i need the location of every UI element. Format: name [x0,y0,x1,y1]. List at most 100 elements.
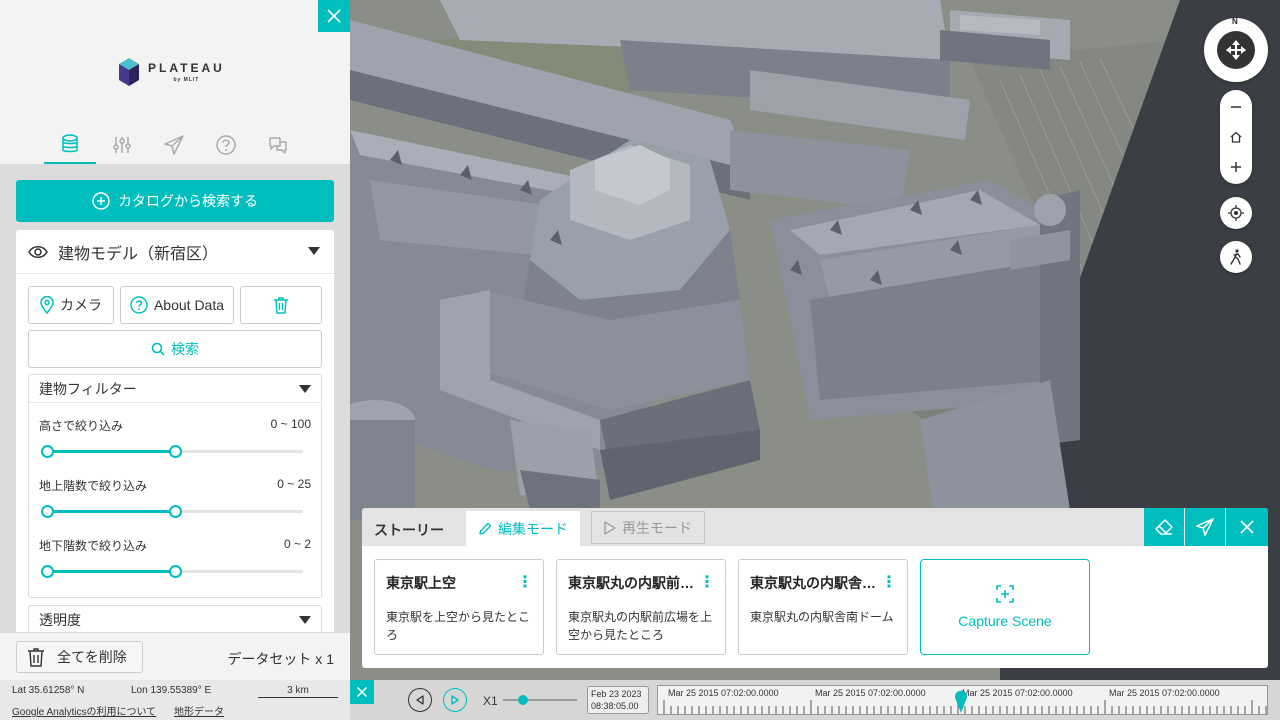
google-analytics-link[interactable]: Google Analyticsの利用について [12,703,156,718]
scale-bar: 3 km [258,685,338,698]
scene-description: 東京駅丸の内駅前広場を上空から見たところ [568,610,713,642]
range-slider[interactable] [41,505,303,518]
my-location-button[interactable] [1220,197,1252,229]
opacity-header[interactable]: 透明度 [29,606,321,632]
about-data-button[interactable]: About Data [120,286,234,324]
range-slider-min-handle[interactable] [41,565,54,578]
caret-down-icon[interactable] [308,247,320,255]
range-slider-fill [47,510,175,513]
current-date-day: Feb 23 2023 [591,689,642,699]
eye-icon[interactable] [28,245,48,259]
camera-button[interactable]: カメラ [28,286,114,324]
range-slider-min-handle[interactable] [41,445,54,458]
search-icon [151,342,165,356]
timeline-ruler[interactable]: Mar 25 2015 07:02:00.0000 Mar 25 2015 07… [657,685,1268,715]
catalog-search-button[interactable]: カタログから検索する [16,180,334,222]
crosshair-icon [1228,205,1244,221]
tab-help[interactable] [200,126,252,164]
timeline-close-button[interactable] [350,680,374,704]
scene-description: 東京駅丸の内駅舎南ドーム [750,610,894,624]
home-icon [1230,131,1242,143]
filter-range: 0 ~ 25 [277,477,311,491]
filter-label: 地上階数で絞り込み [39,479,148,493]
building-filter-title: 建物フィルター [39,380,137,397]
remove-layer-button[interactable] [240,286,322,324]
zoom-out-button[interactable] [1220,92,1252,122]
dataset-count: データセット x 1 [227,651,334,667]
zoom-in-button[interactable] [1220,152,1252,182]
range-slider-min-handle[interactable] [41,505,54,518]
plateau-cube-icon [119,58,139,86]
capture-icon [996,585,1014,603]
speed-slider-handle[interactable] [518,695,528,705]
play-button[interactable] [443,688,467,712]
tab-edit-mode[interactable]: 編集モード [466,511,580,546]
story-header: ストーリー 編集モード 再生モード [362,508,1268,546]
clear-story-button[interactable] [1144,508,1184,546]
tab-share[interactable] [148,126,200,164]
current-date-time: 08:38:05.00 [591,701,639,711]
panel-footer: 全てを削除 データセット x 1 [0,632,350,680]
tab-play-mode[interactable]: 再生モード [591,511,705,544]
range-slider-max-handle[interactable] [169,445,182,458]
eraser-icon [1155,519,1173,535]
close-icon [1240,520,1254,534]
kebab-menu-icon[interactable]: ⋮ [881,572,897,592]
floors-above-filter: 地上階数で絞り込み 0 ~ 25 [29,463,321,523]
delete-all-button[interactable]: 全てを削除 [16,641,143,673]
compass[interactable]: N [1204,17,1268,82]
panel-tabs [44,126,306,164]
building-filter-header[interactable]: 建物フィルター [29,375,321,403]
range-slider-fill [47,450,175,453]
send-icon [164,135,184,155]
database-icon [62,134,78,153]
filter-label: 地下階数で絞り込み [39,539,148,553]
edit-mode-label: 編集モード [498,520,568,537]
caret-down-icon[interactable] [299,385,311,393]
tab-settings[interactable] [96,126,148,164]
timeline-marker-icon[interactable] [954,688,968,714]
floors-below-filter: 地下階数で絞り込み 0 ~ 2 [29,523,321,583]
plus-circle-icon [92,192,110,210]
play-mode-label: 再生モード [622,519,692,536]
share-story-button[interactable] [1185,508,1225,546]
building-search-button[interactable]: 検索 [28,330,322,368]
plus-icon [1231,162,1241,172]
home-button[interactable] [1220,122,1252,152]
panel-body: カタログから検索する 建物モデル（新宿区） カメラ About Data 検索 [0,164,350,632]
plateau-logo: PLATEAU by MLIT [118,56,225,88]
pan-control[interactable] [1217,31,1255,69]
scene-title: 東京駅丸の内駅前広場 [568,575,698,591]
help-icon [216,135,236,155]
capture-scene-button[interactable]: Capture Scene [920,559,1090,655]
scene-card[interactable]: 東京駅丸の内駅舎南ドーム ⋮ 東京駅丸の内駅舎南ドーム [738,559,908,655]
panel-close-button[interactable] [318,0,350,32]
story-close-button[interactable] [1226,508,1268,546]
story-title: ストーリー [374,522,444,538]
sliders-icon [113,137,131,153]
range-slider[interactable] [41,565,303,578]
range-slider-max-handle[interactable] [169,565,182,578]
story-panel: ストーリー 編集モード 再生モード 東京駅上空 ⋮ 東京駅を上空から見たところ … [362,508,1268,668]
delete-all-label: 全てを削除 [57,649,127,665]
terrain-data-link[interactable]: 地形データ [174,703,224,718]
layer-card: 建物モデル（新宿区） カメラ About Data 検索 建物フィルター 高さで… [16,230,334,632]
speed-slider[interactable] [503,699,577,701]
trash-icon [28,648,44,667]
range-slider[interactable] [41,445,303,458]
scene-card[interactable]: 東京駅上空 ⋮ 東京駅を上空から見たところ [374,559,544,655]
minus-icon [1231,106,1241,108]
tab-feedback[interactable] [252,126,304,164]
camera-label: カメラ [60,297,102,313]
current-date[interactable]: Feb 23 2023 08:38:05.00 [587,686,649,714]
layer-header[interactable]: 建物モデル（新宿区） [16,230,334,274]
play-reverse-button[interactable] [408,688,432,712]
caret-down-icon[interactable] [299,616,311,624]
range-slider-max-handle[interactable] [169,505,182,518]
zoom-control [1220,90,1252,184]
scene-card[interactable]: 東京駅丸の内駅前広場 ⋮ 東京駅丸の内駅前広場を上空から見たところ [556,559,726,655]
kebab-menu-icon[interactable]: ⋮ [699,572,715,592]
pedestrian-mode-button[interactable] [1220,241,1252,273]
tab-data[interactable] [44,126,96,164]
kebab-menu-icon[interactable]: ⋮ [517,572,533,592]
